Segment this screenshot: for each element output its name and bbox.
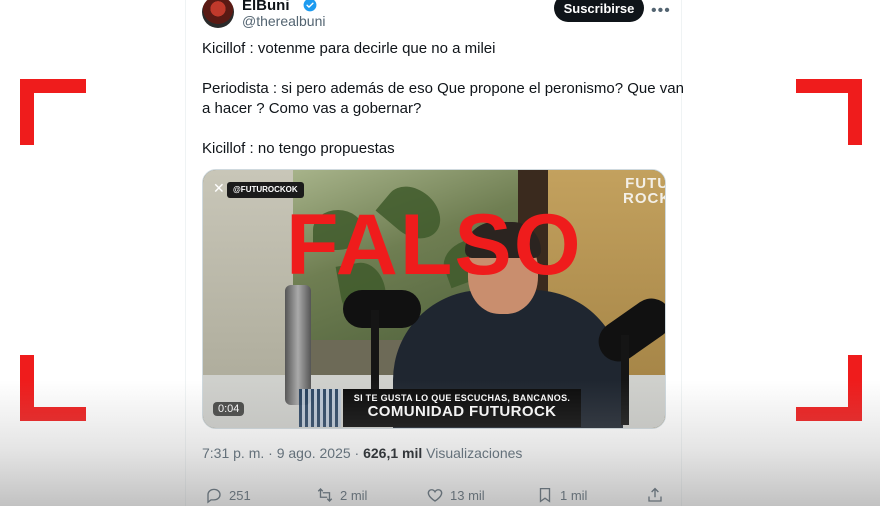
share-icon [648,487,662,502]
tweet-meta: 7:31 p. m. · 9 ago. 2025 · 626,1 mil Vis… [202,445,522,461]
views-label: Visualizaciones [422,445,523,461]
futurock-logo: FUTUROCK [623,175,666,207]
corner-bracket-top-right [796,79,862,145]
qr-code-icon [299,389,341,427]
video-bottle [285,285,311,405]
microphone [343,290,421,328]
verified-badge-icon [303,0,317,12]
column-border-right [681,0,682,506]
heart-icon [427,489,443,502]
author-handle[interactable]: @therealbuni [242,13,326,29]
video-banner: SI TE GUSTA LO QUE ESCUCHAS, BANCANOS. C… [343,389,581,427]
close-icon: ✕ [213,180,225,196]
bookmark-icon [539,487,551,503]
author-display-name[interactable]: ElBuni [242,0,290,14]
ellipsis-icon[interactable]: ••• [651,2,671,20]
reply-button[interactable]: 251 [205,486,251,504]
like-button[interactable]: 13 mil [426,486,485,504]
share-button[interactable] [646,486,664,504]
tweet-text-line: a hacer ? Como vas a gobernar? [202,100,422,117]
column-border-left [185,0,186,506]
repost-button[interactable]: 2 mil [316,486,367,504]
tweet-timestamp[interactable]: 7:31 p. m. · 9 ago. 2025 · [202,445,363,461]
banner-title: COMUNIDAD FUTUROCK [367,403,557,420]
tweet-text-line: Periodista : si pero además de eso Que p… [202,80,684,97]
bookmark-button[interactable]: 1 mil [536,486,587,504]
avatar[interactable] [202,0,234,28]
corner-bracket-top-left [20,79,86,145]
corner-bracket-bottom-right [796,355,862,421]
reply-icon [207,488,221,504]
corner-bracket-bottom-left [20,355,86,421]
tweet-text-line: Kicillof : no tengo propuestas [202,140,395,157]
microphone-stand [621,335,629,425]
repost-count: 2 mil [340,487,368,503]
banner-subtitle: SI TE GUSTA LO QUE ESCUCHAS, BANCANOS. [353,393,571,403]
views-count: 626,1 mil [363,445,423,461]
falso-stamp: FALSO [286,197,583,293]
bookmark-count: 1 mil [560,487,588,503]
reply-count: 251 [229,487,251,503]
repost-icon [317,488,333,502]
subscribe-button[interactable]: Suscribirse [554,0,644,22]
channel-tag: @FUTUROCKOK [227,182,304,198]
like-count: 13 mil [450,487,485,503]
video-duration: 0:04 [213,402,245,416]
tweet-text-line: Kicillof : votenme para decirle que no a… [202,40,496,57]
